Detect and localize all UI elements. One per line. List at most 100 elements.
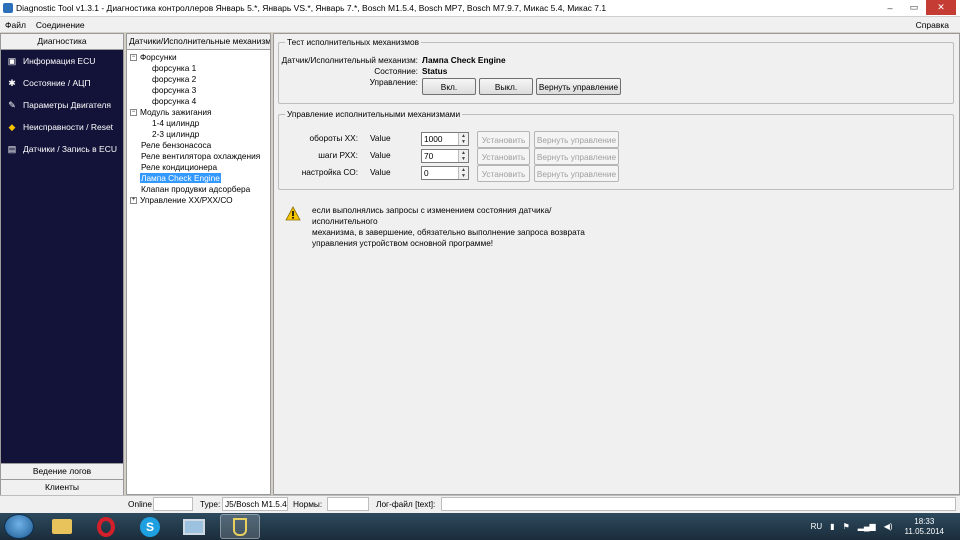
norms-field bbox=[327, 497, 369, 511]
on-button[interactable]: Вкл. bbox=[422, 78, 476, 95]
flag-icon[interactable]: ⚑ bbox=[843, 522, 850, 531]
clock[interactable]: 18:33 11.05.2014 bbox=[905, 517, 944, 537]
close-icon[interactable]: ✕ bbox=[926, 0, 956, 15]
spinner-arrows-icon[interactable]: ▲ ▼ bbox=[458, 167, 468, 179]
set-co-button[interactable]: Установить bbox=[477, 165, 530, 182]
window-title: Diagnostic Tool v1.3.1 - Диагностика кон… bbox=[16, 3, 607, 13]
menu-bar: Файл Соединение Справка bbox=[0, 17, 960, 32]
tree-node-cyl-2-3[interactable]: 2-3 цилиндр bbox=[127, 129, 270, 140]
tree-node-fan-relay[interactable]: Реле вентилятора охлаждения bbox=[127, 151, 270, 162]
sensor-icon: ▤ bbox=[7, 143, 17, 154]
off-button[interactable]: Выкл. bbox=[479, 78, 533, 95]
main-panel: Тест исполнительных механизмов Датчик/Ис… bbox=[273, 33, 960, 495]
taskbar: S RU ▮ ⚑ ▂▄▆ ◀) 18:33 11.05.2014 bbox=[0, 513, 960, 540]
set-idle-rpm-button[interactable]: Установить bbox=[477, 131, 530, 148]
set-iac-steps-button[interactable]: Установить bbox=[477, 148, 530, 165]
tree-node-ac-relay[interactable]: Реле кондиционера bbox=[127, 162, 270, 173]
collapse-icon[interactable]: − bbox=[130, 109, 137, 117]
idle-rpm-input[interactable]: 1000 ▲ ▼ bbox=[421, 132, 469, 146]
tree-node-injector-1[interactable]: форсунка 1 bbox=[127, 63, 270, 74]
warning-message: если выполнялись запросы с изменением со… bbox=[312, 205, 585, 248]
return-idle-rpm-button[interactable]: Вернуть управление bbox=[534, 131, 619, 148]
nav-item-sensors-write[interactable]: ▤ Датчики / Запись в ECU bbox=[1, 138, 123, 160]
group-title: Тест исполнительных механизмов bbox=[285, 37, 421, 47]
tree-node-injector-4[interactable]: форсунка 4 bbox=[127, 96, 270, 107]
online-field bbox=[153, 497, 193, 511]
group-title: Управление исполнительными механизмами bbox=[285, 109, 463, 119]
nav-item-ecu-info[interactable]: ▣ Информация ECU bbox=[1, 50, 123, 72]
clock-date: 11.05.2014 bbox=[904, 526, 944, 536]
nav-item-label: Состояние / АЦП bbox=[23, 78, 91, 88]
volume-icon[interactable]: ◀) bbox=[884, 522, 893, 531]
spinner-arrows-icon[interactable]: ▲ ▼ bbox=[458, 133, 468, 145]
nav-logging[interactable]: Ведение логов bbox=[1, 463, 123, 479]
tree-node-injectors[interactable]: − Форсунки bbox=[127, 52, 270, 63]
minimize-icon[interactable]: – bbox=[878, 0, 902, 15]
value-label: Value bbox=[370, 150, 391, 160]
warning-engine-icon: ◆ bbox=[8, 121, 16, 132]
sensor-label: Датчик/Исполнительный механизм: bbox=[281, 55, 418, 65]
spinner-arrows-icon[interactable]: ▲ ▼ bbox=[458, 150, 468, 162]
tree-node-injector-2[interactable]: форсунка 2 bbox=[127, 74, 270, 85]
nav-clients[interactable]: Клиенты bbox=[1, 479, 123, 495]
diagnostic-tool-icon[interactable] bbox=[220, 514, 260, 539]
tree-node-injector-3[interactable]: форсунка 3 bbox=[127, 85, 270, 96]
nav-item-engine-params[interactable]: ✎ Параметры Двигателя bbox=[1, 94, 123, 116]
log-file-label: Лог-файл [text]: bbox=[376, 499, 436, 509]
tree-node-fuel-pump-relay[interactable]: Реле бензонасоса bbox=[127, 140, 270, 151]
monitor-icon: ▣ bbox=[7, 55, 17, 66]
tray-app-icon[interactable]: ▮ bbox=[830, 522, 834, 531]
collapse-icon[interactable]: − bbox=[130, 54, 137, 62]
maximize-icon[interactable]: ▭ bbox=[902, 0, 926, 15]
gear-icon: ✱ bbox=[8, 77, 16, 88]
return-co-button[interactable]: Вернуть управление bbox=[534, 165, 619, 182]
nav-item-faults-reset[interactable]: ◆ Неисправности / Reset bbox=[1, 116, 123, 138]
value-label: Value bbox=[370, 133, 391, 143]
explorer-icon[interactable] bbox=[42, 514, 82, 539]
menu-help[interactable]: Справка bbox=[911, 20, 954, 30]
tree-node-idle-control[interactable]: + Управление ХХ/РХХ/СО bbox=[127, 195, 270, 206]
tree-node-ignition-module[interactable]: − Модуль зажигания bbox=[127, 107, 270, 118]
norms-label: Нормы: bbox=[293, 499, 323, 509]
return-iac-steps-button[interactable]: Вернуть управление bbox=[534, 148, 619, 165]
menu-connection[interactable]: Соединение bbox=[31, 20, 90, 30]
nav-header-diagnostics[interactable]: Диагностика bbox=[1, 34, 123, 50]
idle-rpm-label: обороты ХХ: bbox=[309, 133, 358, 143]
nav-item-label: Датчики / Запись в ECU bbox=[23, 144, 117, 154]
co-adjust-label: настройка СО: bbox=[301, 167, 358, 177]
tree-node-cyl-1-4[interactable]: 1-4 цилиндр bbox=[127, 118, 270, 129]
return-control-button[interactable]: Вернуть управление bbox=[536, 78, 621, 95]
language-indicator[interactable]: RU bbox=[811, 522, 823, 531]
nav-list: ▣ Информация ECU ✱ Состояние / АЦП ✎ Пар… bbox=[1, 50, 123, 463]
window-controls: – ▭ ✕ bbox=[878, 0, 956, 15]
system-tray: RU ▮ ⚑ ▂▄▆ ◀) 18:33 11.05.2014 bbox=[803, 513, 954, 540]
network-computer-icon[interactable] bbox=[174, 514, 214, 539]
status-bar: Online Type: J5/Bosch M1.5.4 Нормы: Лог-… bbox=[0, 495, 960, 513]
actuator-control-group: Управление исполнительными механизмами о… bbox=[278, 109, 954, 190]
nav-item-label: Неисправности / Reset bbox=[23, 122, 114, 132]
log-file-field bbox=[441, 497, 956, 511]
skype-icon[interactable]: S bbox=[130, 514, 170, 539]
tree-node-check-engine[interactable]: Лампа Check Engine bbox=[127, 173, 270, 184]
type-value: J5/Bosch M1.5.4 bbox=[222, 497, 288, 511]
nav-item-label: Параметры Двигателя bbox=[23, 100, 111, 110]
menu-file[interactable]: Файл bbox=[0, 20, 31, 30]
tree-panel: Датчики/Исполнительные механизмы − Форсун… bbox=[126, 33, 271, 495]
title-bar: Diagnostic Tool v1.3.1 - Диагностика кон… bbox=[0, 0, 960, 17]
control-label: Управление: bbox=[369, 77, 418, 87]
type-label: Type: bbox=[200, 499, 221, 509]
warning-icon bbox=[285, 206, 301, 221]
iac-steps-input[interactable]: 70 ▲ ▼ bbox=[421, 149, 469, 163]
expand-icon[interactable]: + bbox=[130, 197, 137, 205]
nav-item-state-adc[interactable]: ✱ Состояние / АЦП bbox=[1, 72, 123, 94]
wrench-icon: ✎ bbox=[8, 99, 16, 110]
actuator-test-group: Тест исполнительных механизмов Датчик/Ис… bbox=[278, 37, 954, 104]
left-nav: Диагностика ▣ Информация ECU ✱ Состояние… bbox=[0, 33, 124, 495]
opera-icon[interactable] bbox=[86, 514, 126, 539]
value-label: Value bbox=[370, 167, 391, 177]
start-button[interactable] bbox=[4, 514, 34, 539]
tree-node-purge-valve[interactable]: Клапан продувки адсорбера bbox=[127, 184, 270, 195]
signal-icon[interactable]: ▂▄▆ bbox=[858, 522, 876, 531]
tree-header: Датчики/Исполнительные механизмы bbox=[127, 34, 270, 50]
co-adjust-input[interactable]: 0 ▲ ▼ bbox=[421, 166, 469, 180]
